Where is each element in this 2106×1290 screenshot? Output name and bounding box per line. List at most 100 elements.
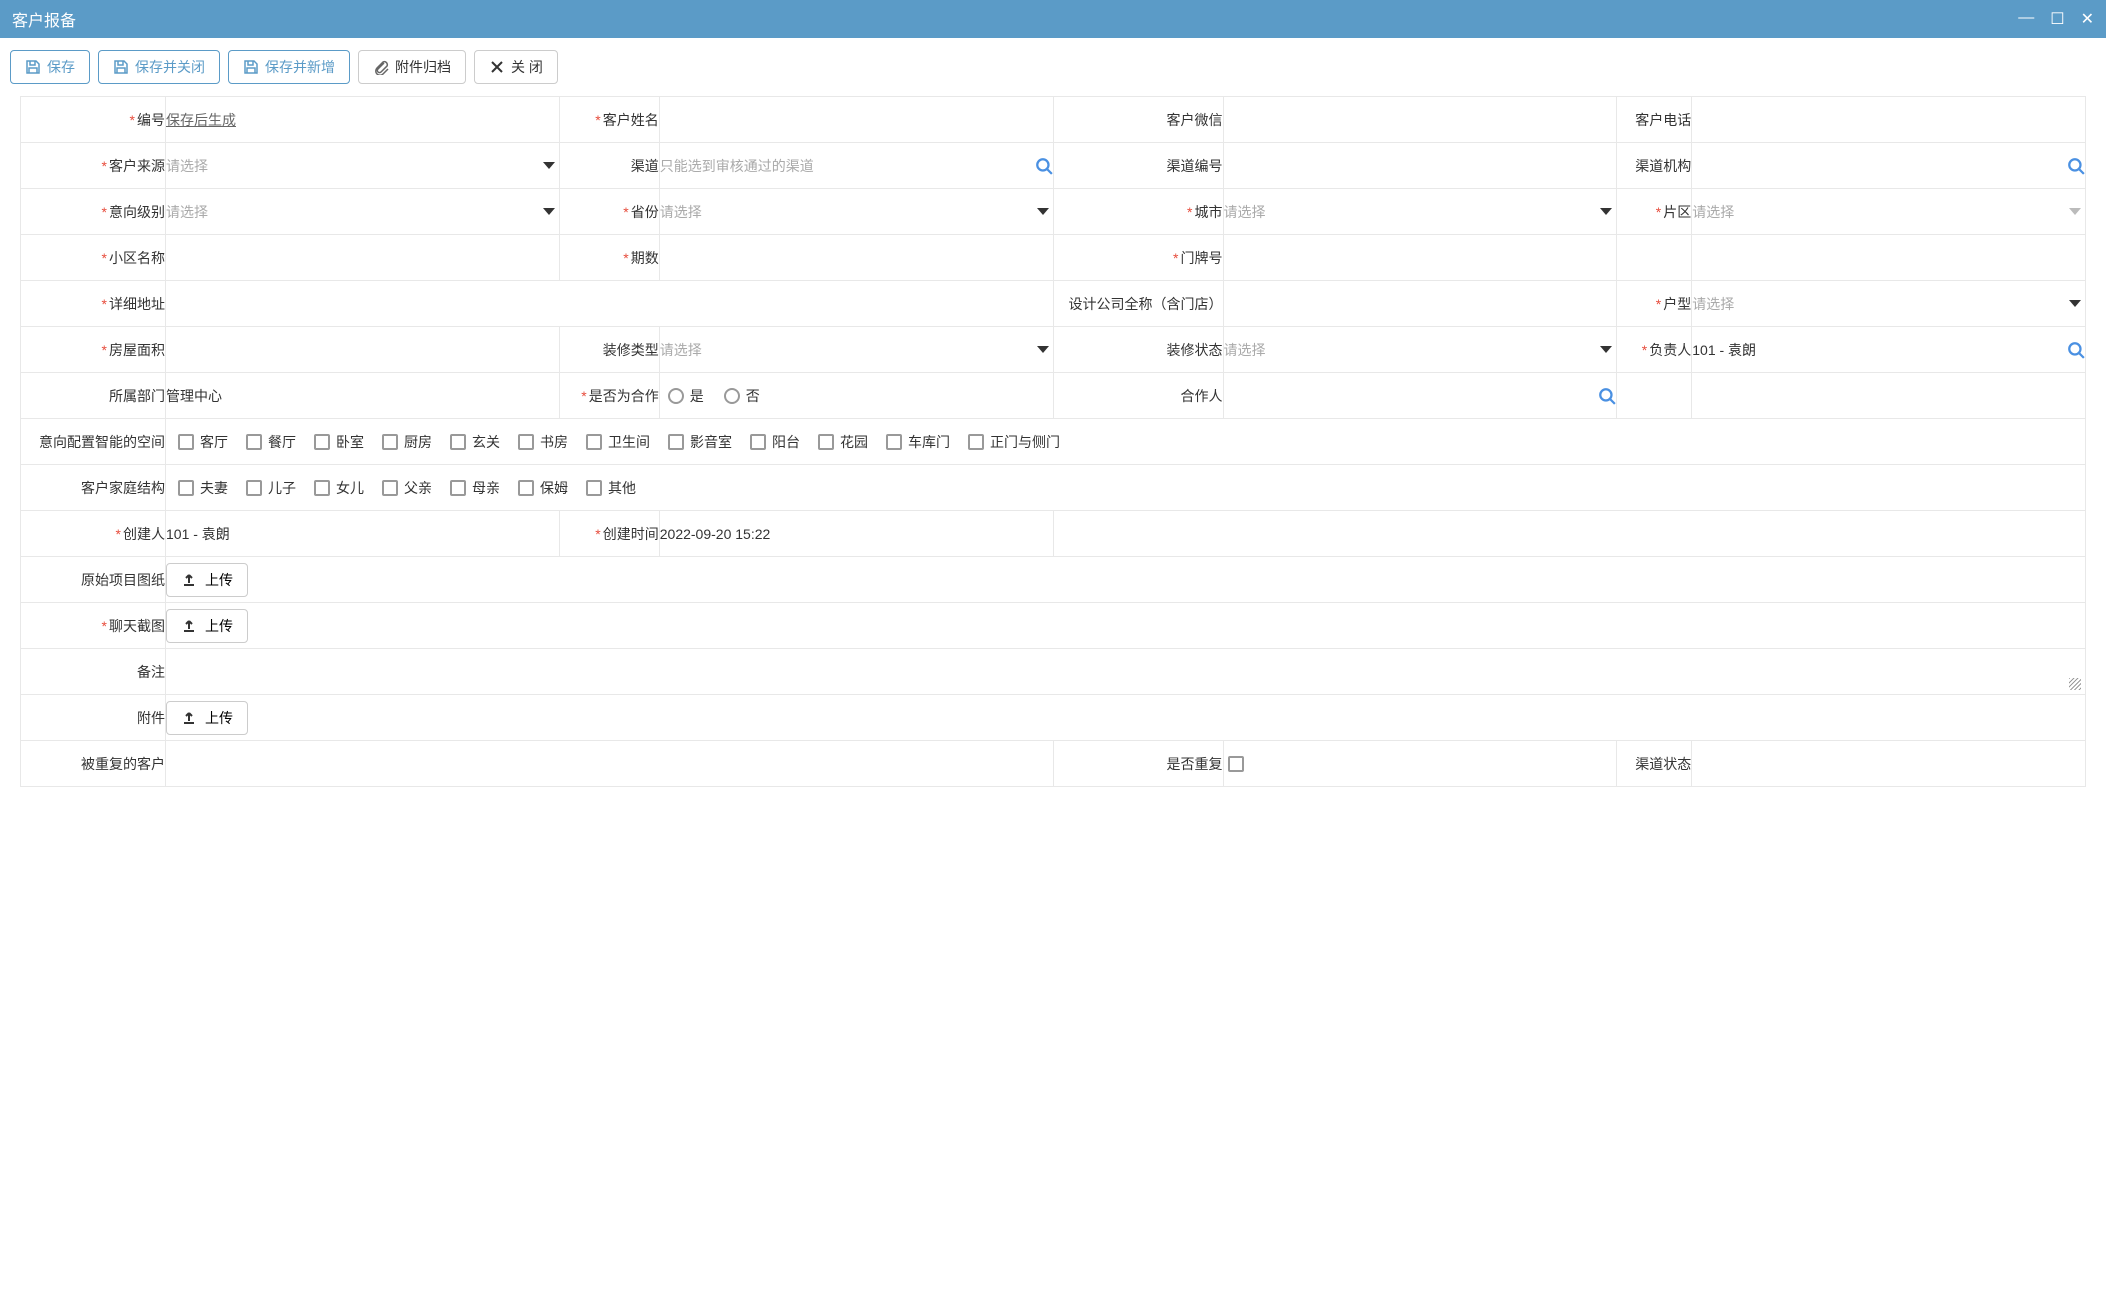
customer-wechat-input[interactable] bbox=[1224, 112, 1617, 128]
province-select[interactable]: 请选择 bbox=[660, 202, 1053, 222]
family-checkbox[interactable]: 母亲 bbox=[450, 478, 500, 498]
save-close-button[interactable]: 保存并关闭 bbox=[98, 50, 220, 84]
label-customer-phone: 客户电话 bbox=[1635, 112, 1691, 128]
label-channel-code: 渠道编号 bbox=[1167, 158, 1223, 174]
save-button[interactable]: 保存 bbox=[10, 50, 90, 84]
space-checkbox[interactable]: 餐厅 bbox=[246, 432, 296, 452]
checkbox-icon bbox=[668, 434, 684, 450]
phase-input[interactable] bbox=[660, 250, 1053, 266]
customer-source-select[interactable]: 请选择 bbox=[166, 156, 559, 176]
label-community: 小区名称 bbox=[109, 250, 165, 266]
space-checkbox[interactable]: 厨房 bbox=[382, 432, 432, 452]
design-company-input[interactable] bbox=[1224, 296, 1617, 312]
space-label: 客厅 bbox=[200, 432, 228, 452]
duplicated-customer-input[interactable] bbox=[166, 756, 1053, 772]
space-checkbox[interactable]: 影音室 bbox=[668, 432, 732, 452]
window-titlebar: 客户报备 — ☐ ✕ bbox=[0, 0, 2106, 38]
family-checkbox-group: 夫妻 儿子女儿父亲母亲保姆其他 bbox=[166, 470, 2085, 506]
checkbox-icon bbox=[382, 480, 398, 496]
remark-textarea[interactable] bbox=[166, 650, 2085, 690]
label-intent-spaces: 意向配置智能的空间 bbox=[39, 434, 165, 450]
label-remark: 备注 bbox=[137, 664, 165, 680]
community-input[interactable] bbox=[166, 250, 559, 266]
label-channel-org: 渠道机构 bbox=[1635, 158, 1691, 174]
space-checkbox[interactable]: 书房 bbox=[518, 432, 568, 452]
space-label: 玄关 bbox=[472, 432, 500, 452]
is-duplicate-checkbox[interactable] bbox=[1224, 756, 1617, 772]
family-label: 儿子 bbox=[268, 478, 296, 498]
save-close-label: 保存并关闭 bbox=[135, 57, 205, 77]
channel-lookup[interactable] bbox=[660, 157, 1053, 175]
city-select[interactable]: 请选择 bbox=[1224, 202, 1617, 222]
channel-org-lookup[interactable] bbox=[1692, 157, 2085, 175]
close-window-icon[interactable]: ✕ bbox=[2081, 9, 2094, 29]
door-no-input[interactable] bbox=[1224, 250, 1617, 266]
family-checkbox[interactable]: 其他 bbox=[586, 478, 636, 498]
customer-phone-input[interactable] bbox=[1692, 112, 2085, 128]
save-icon bbox=[25, 59, 41, 75]
space-label: 阳台 bbox=[772, 432, 800, 452]
space-checkbox[interactable]: 玄关 bbox=[450, 432, 500, 452]
chevron-down-icon bbox=[1600, 346, 1612, 353]
decoration-type-select[interactable]: 请选择 bbox=[660, 340, 1053, 360]
close-button[interactable]: 关 闭 bbox=[474, 50, 558, 84]
address-input[interactable] bbox=[166, 296, 1053, 312]
search-icon[interactable] bbox=[2067, 157, 2085, 175]
label-house-area: 房屋面积 bbox=[109, 342, 165, 358]
space-checkbox[interactable]: 卧室 bbox=[314, 432, 364, 452]
partner-lookup[interactable] bbox=[1224, 387, 1617, 405]
channel-status-input[interactable] bbox=[1692, 756, 2085, 772]
channel-code-input[interactable] bbox=[1224, 158, 1617, 174]
family-checkbox[interactable]: 保姆 bbox=[518, 478, 568, 498]
family-checkbox[interactable]: 父亲 bbox=[382, 478, 432, 498]
channel-org-input[interactable] bbox=[1692, 158, 2067, 174]
owner-lookup[interactable]: 101 - 袁朗 bbox=[1692, 340, 2085, 360]
family-checkbox[interactable]: 儿子 bbox=[246, 478, 296, 498]
minimize-icon[interactable]: — bbox=[2018, 9, 2034, 29]
label-decoration-status: 装修状态 bbox=[1167, 342, 1223, 358]
label-creator: 创建人 bbox=[123, 526, 165, 542]
is-coop-radio-group: 是 否 bbox=[660, 386, 1053, 406]
space-checkbox[interactable]: 卫生间 bbox=[586, 432, 650, 452]
space-checkbox[interactable]: 阳台 bbox=[750, 432, 800, 452]
checkbox-icon bbox=[178, 480, 194, 496]
select-placeholder: 请选择 bbox=[166, 156, 208, 176]
search-icon[interactable] bbox=[1035, 157, 1053, 175]
save-new-button[interactable]: 保存并新增 bbox=[228, 50, 350, 84]
house-type-select[interactable]: 请选择 bbox=[1692, 294, 2085, 314]
partner-input[interactable] bbox=[1224, 388, 1599, 404]
space-checkbox[interactable]: 客厅 bbox=[178, 432, 228, 452]
department-value: 管理中心 bbox=[166, 388, 222, 404]
spaces-checkbox-group: 客厅餐厅卧室厨房 玄关书房卫生间影音室 阳台花园车库门正门与侧门 bbox=[166, 424, 2085, 460]
checkbox-icon bbox=[314, 480, 330, 496]
radio-no[interactable]: 否 bbox=[724, 386, 760, 406]
search-icon[interactable] bbox=[2067, 341, 2085, 359]
decoration-status-select[interactable]: 请选择 bbox=[1224, 340, 1617, 360]
checkbox-icon bbox=[886, 434, 902, 450]
search-icon[interactable] bbox=[1598, 387, 1616, 405]
family-label: 夫妻 bbox=[200, 478, 228, 498]
upload-drawing-button[interactable]: 上传 bbox=[166, 563, 248, 597]
family-checkbox[interactable]: 夫妻 bbox=[178, 478, 228, 498]
space-checkbox[interactable]: 花园 bbox=[818, 432, 868, 452]
label-is-coop: 是否为合作 bbox=[589, 388, 659, 404]
intent-level-select[interactable]: 请选择 bbox=[166, 202, 559, 222]
house-area-input[interactable] bbox=[166, 342, 559, 358]
checkbox-icon bbox=[1228, 756, 1244, 772]
family-checkbox[interactable]: 女儿 bbox=[314, 478, 364, 498]
upload-attachment-button[interactable]: 上传 bbox=[166, 701, 248, 735]
code-link[interactable]: 保存后生成 bbox=[166, 112, 236, 128]
upload-screenshot-button[interactable]: 上传 bbox=[166, 609, 248, 643]
checkbox-icon bbox=[586, 434, 602, 450]
space-checkbox[interactable]: 正门与侧门 bbox=[968, 432, 1060, 452]
label-attachment: 附件 bbox=[137, 710, 165, 726]
space-checkbox[interactable]: 车库门 bbox=[886, 432, 950, 452]
label-door-no: 门牌号 bbox=[1181, 250, 1223, 266]
radio-yes[interactable]: 是 bbox=[668, 386, 704, 406]
district-select[interactable]: 请选择 bbox=[1692, 202, 2085, 222]
customer-name-input[interactable] bbox=[660, 112, 1053, 128]
label-create-time: 创建时间 bbox=[603, 526, 659, 542]
maximize-icon[interactable]: ☐ bbox=[2050, 9, 2064, 29]
channel-input[interactable] bbox=[660, 158, 1035, 174]
attach-archive-button[interactable]: 附件归档 bbox=[358, 50, 466, 84]
